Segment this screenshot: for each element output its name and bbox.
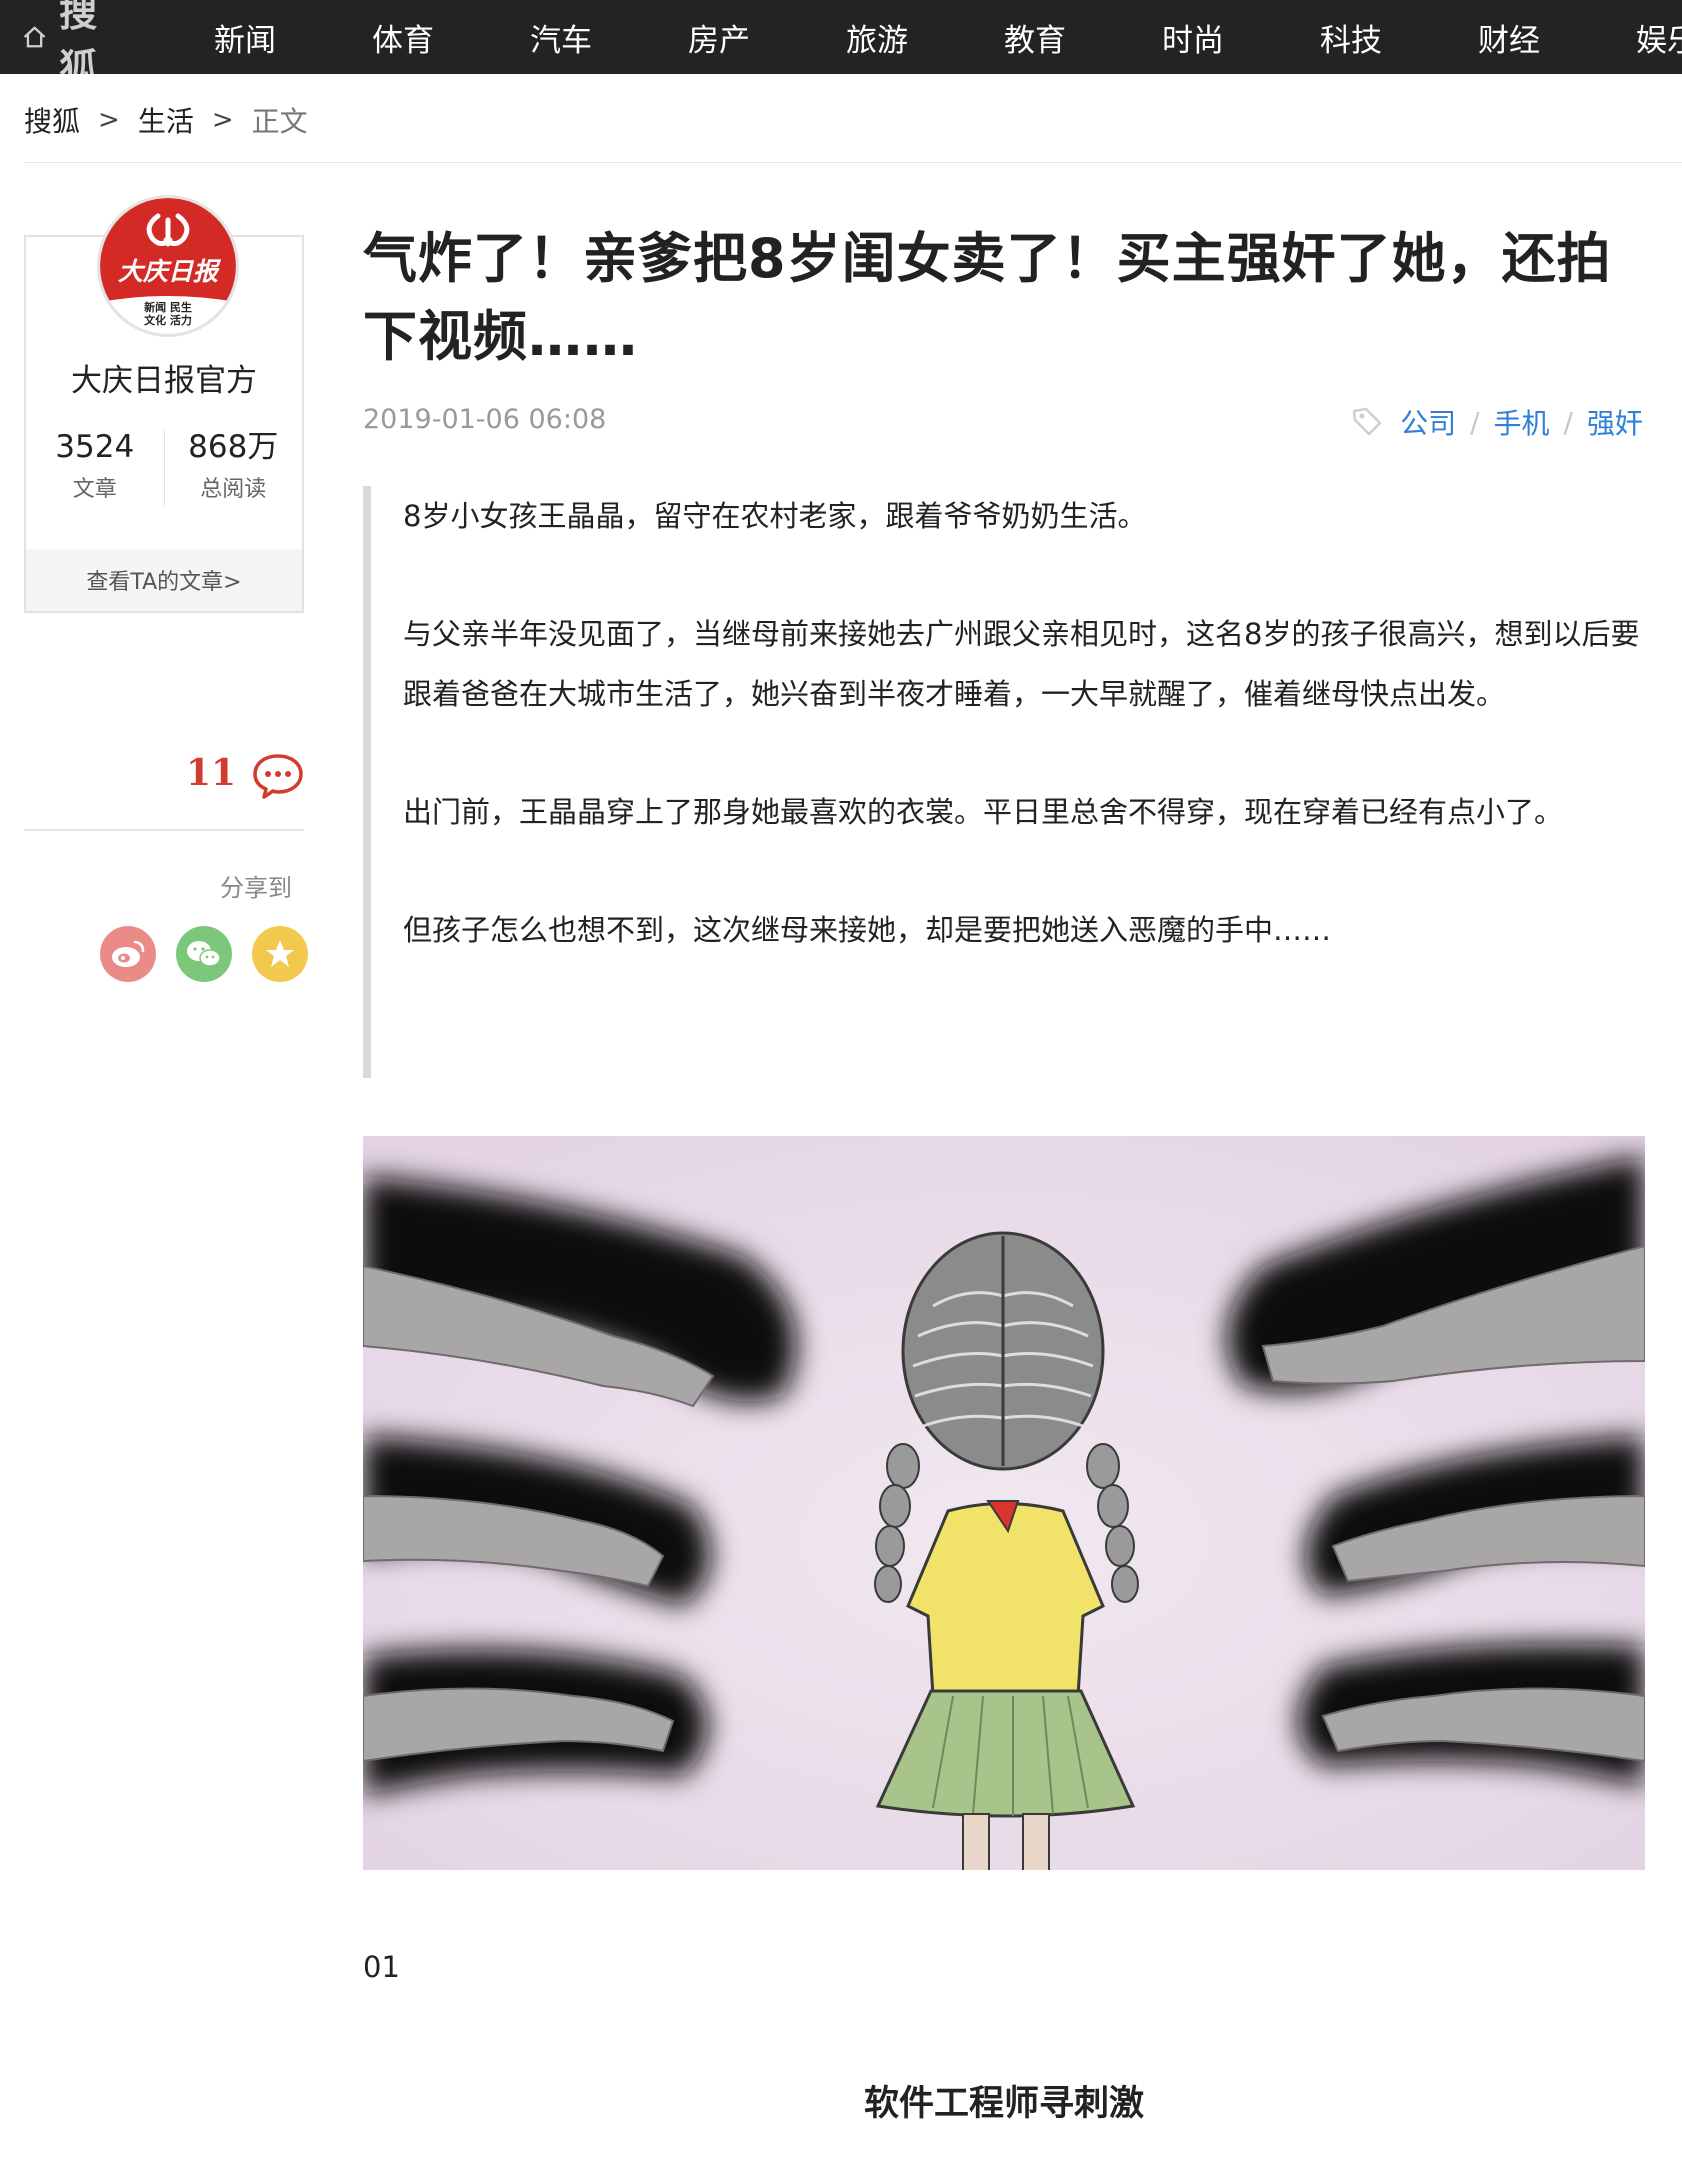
article: 气炸了！亲爹把8岁闺女卖了！买主强奸了她，还拍下视频…… 2019-01-06 … [363, 220, 1645, 2124]
article-lead: 8岁小女孩王晶晶，留守在农村老家，跟着爷爷奶奶生活。 与父亲半年没见面了，当继母… [363, 486, 1645, 1078]
stat-reads: 868万 总阅读 [163, 429, 303, 507]
daqing-daily-logo: 大庆日报 新闻 民生 文化 活力 [100, 198, 236, 334]
tag-link[interactable]: 强奸 [1587, 402, 1643, 442]
brand[interactable]: 搜狐 [22, 0, 112, 74]
author-name[interactable]: 大庆日报官方 [26, 355, 302, 400]
share-label: 分享到 [220, 874, 292, 902]
tag-link[interactable]: 公司 [1400, 402, 1456, 442]
tag-separator: / [1470, 405, 1480, 439]
nav-item-entertainment[interactable]: 娱乐 [1588, 15, 1682, 60]
breadcrumb-current: 正文 [251, 105, 308, 138]
nav-item-sports[interactable]: 体育 [324, 15, 482, 60]
breadcrumb-divider [24, 162, 1682, 163]
breadcrumb: 搜狐 > 生活 > 正文 [24, 100, 308, 140]
nav-item-realestate[interactable]: 房产 [640, 15, 798, 60]
article-tags: 公司 / 手机 / 强奸 [1350, 402, 1643, 442]
favorite-icon[interactable] [252, 926, 308, 982]
comment-icon[interactable] [251, 752, 305, 800]
breadcrumb-separator: > [211, 105, 234, 135]
publish-date: 2019-01-06 06:08 [363, 404, 607, 435]
home-icon[interactable] [22, 18, 47, 56]
breadcrumb-category[interactable]: 生活 [138, 100, 194, 140]
svg-text:文化 活力: 文化 活力 [144, 313, 192, 327]
lead-paragraph: 出门前，王晶晶穿上了那身她最喜欢的衣裳。平日里总舍不得穿，现在穿着已经有点小了。 [403, 795, 1564, 829]
top-nav-bar: 搜狐 新闻 体育 汽车 房产 旅游 教育 时尚 科技 财经 娱乐 [0, 0, 1682, 74]
nav-item-news[interactable]: 新闻 [166, 15, 324, 60]
svg-text:新闻 民生: 新闻 民生 [144, 300, 192, 314]
nav-list: 新闻 体育 汽车 房产 旅游 教育 时尚 科技 财经 娱乐 [166, 0, 1682, 74]
articles-count: 3524 [55, 429, 135, 465]
breadcrumb-home[interactable]: 搜狐 [24, 100, 80, 140]
nav-item-education[interactable]: 教育 [956, 15, 1114, 60]
articles-label: 文章 [72, 477, 117, 502]
share-icons [100, 926, 308, 982]
lead-paragraph: 8岁小女孩王晶晶，留守在农村老家，跟着爷爷奶奶生活。 [403, 499, 1147, 533]
author-stats: 3524 文章 868万 总阅读 [26, 429, 302, 507]
illustration-girl-surrounded-by-hands [363, 1136, 1645, 1870]
author-card: 大庆日报 新闻 民生 文化 活力 大庆日报官方 3524 文章 868万 总阅读… [24, 195, 304, 613]
nav-item-tech[interactable]: 科技 [1272, 15, 1430, 60]
sidebar-divider [24, 829, 304, 831]
weibo-icon[interactable] [100, 926, 156, 982]
nav-item-auto[interactable]: 汽车 [482, 15, 640, 60]
breadcrumb-separator: > [98, 105, 120, 135]
author-avatar[interactable]: 大庆日报 新闻 民生 文化 活力 [97, 195, 239, 337]
brand-name[interactable]: 搜狐 [59, 0, 112, 74]
wechat-icon[interactable] [176, 926, 232, 982]
stat-articles: 3524 文章 [26, 429, 164, 507]
article-title: 气炸了！亲爹把8岁闺女卖了！买主强奸了她，还拍下视频…… [363, 227, 1612, 368]
tag-separator: / [1563, 405, 1573, 439]
nav-item-finance[interactable]: 财经 [1430, 15, 1588, 60]
article-illustration[interactable] [363, 1136, 1645, 1870]
nav-item-fashion[interactable]: 时尚 [1114, 15, 1272, 60]
section-title: 软件工程师寻刺激 [863, 2084, 1144, 2124]
view-author-articles-link[interactable]: 查看TA的文章> [26, 549, 302, 611]
nav-item-travel[interactable]: 旅游 [798, 15, 956, 60]
section-number: 01 [363, 1950, 400, 1984]
tag-icon [1352, 407, 1382, 436]
tag-link[interactable]: 手机 [1494, 402, 1550, 442]
reads-count: 868万 [188, 429, 279, 465]
lead-paragraph: 与父亲半年没见面了，当继母前来接她去广州跟父亲相见时，这名8岁的孩子很高兴，想到… [403, 617, 1640, 711]
comment-count[interactable]: 11 [186, 752, 236, 794]
reads-label: 总阅读 [200, 477, 267, 502]
lead-paragraph: 但孩子怎么也想不到，这次继母来接她，却是要把她送入恶魔的手中…… [403, 913, 1332, 947]
svg-text:大庆日报: 大庆日报 [118, 257, 222, 286]
article-meta: 2019-01-06 06:08 公司 / 手机 / 强奸 [363, 396, 1645, 446]
